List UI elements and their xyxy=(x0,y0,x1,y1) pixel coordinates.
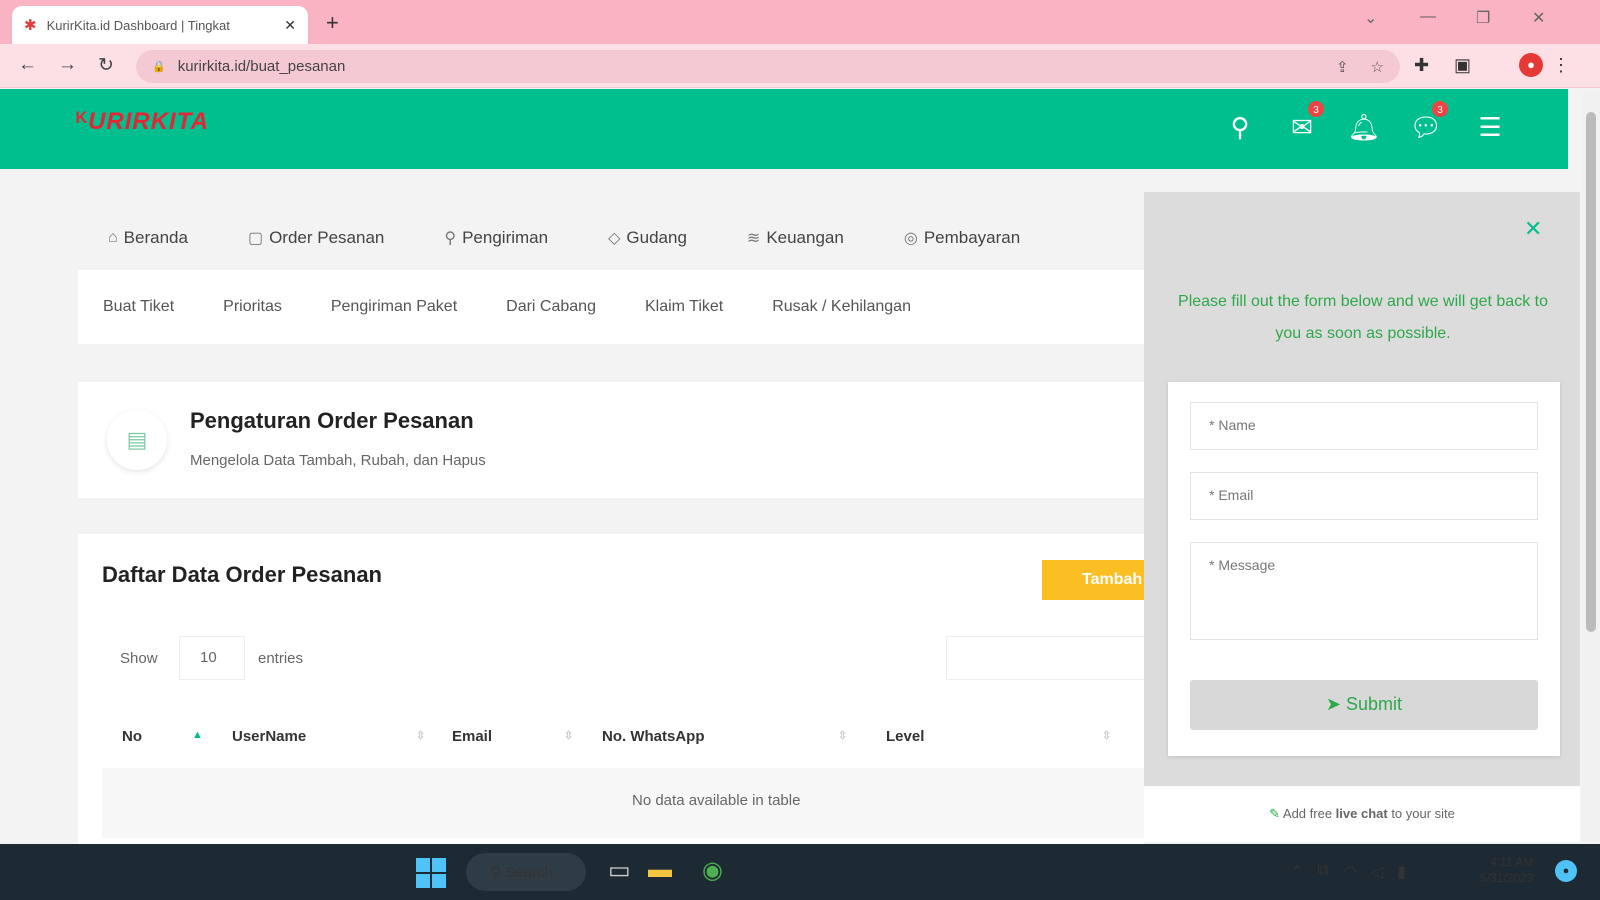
windows-start-icon[interactable] xyxy=(416,858,446,888)
mail-badge: 3 xyxy=(1306,99,1326,119)
profile-avatar-icon[interactable]: ● xyxy=(1519,53,1543,77)
browser-tab[interactable]: ✱ KurirKita.id Dashboard | Tingkat ✕ xyxy=(12,6,308,44)
nav-item-beranda[interactable]: ⌂ Beranda xyxy=(108,228,188,248)
share-icon[interactable]: ⇪ xyxy=(1336,58,1349,76)
nav-item-gudang[interactable]: ◇ Gudang xyxy=(608,228,687,248)
url-text: kurirkita.id/buat_pesanan xyxy=(177,58,346,75)
chrome-icon[interactable]: ◉ xyxy=(702,856,723,885)
bookmark-star-icon[interactable]: ☆ xyxy=(1371,58,1384,76)
sort-asc-icon[interactable]: ▲ xyxy=(192,729,203,741)
subnav-buat-tiket[interactable]: Buat Tiket xyxy=(103,298,174,316)
widget-message: Please fill out the form below and we wi… xyxy=(1178,293,1548,342)
page-subtitle: Mengelola Data Tambah, Rubah, dan Hapus xyxy=(190,452,486,469)
table-search-input[interactable] xyxy=(946,636,1144,680)
subnav-dari-cabang[interactable]: Dari Cabang xyxy=(506,298,596,316)
reload-button[interactable]: ↻ xyxy=(98,54,114,77)
sort-icon[interactable]: ⇳ xyxy=(1102,729,1111,742)
notification-icon[interactable]: ● xyxy=(1555,860,1577,882)
column-header-whatsapp[interactable]: No. WhatsApp xyxy=(602,728,705,745)
column-header-username[interactable]: UserName xyxy=(232,728,306,745)
column-header-level[interactable]: Level xyxy=(886,728,924,745)
system-tray: ⌃ ⧉ ◠ ◁ ▮ xyxy=(1290,862,1406,882)
table-header-row: No ▲ UserName ⇳ Email ⇳ No. WhatsApp ⇳ L… xyxy=(102,718,1144,758)
tab-title: KurirKita.id Dashboard | Tingkat xyxy=(46,17,230,33)
file-explorer-icon[interactable]: ▬ xyxy=(648,856,672,884)
sort-icon[interactable]: ⇳ xyxy=(838,729,847,742)
logo-runner-icon: ᴷ xyxy=(76,108,89,135)
subnav-pengiriman-paket[interactable]: Pengiriman Paket xyxy=(331,298,457,316)
message-field[interactable]: * Message xyxy=(1190,542,1538,640)
tag-icon: ◇ xyxy=(608,230,621,247)
sort-icon[interactable]: ⇳ xyxy=(416,729,425,742)
subnav-klaim-tiket[interactable]: Klaim Tiket xyxy=(645,298,723,316)
widget-footer[interactable]: ✎ Add free live chat to your site xyxy=(1144,786,1580,842)
minimize-button[interactable]: — xyxy=(1420,8,1436,26)
table-title: Daftar Data Order Pesanan xyxy=(102,562,382,587)
page-header-card xyxy=(78,382,1144,498)
volume-icon[interactable]: ◁ xyxy=(1371,862,1383,882)
box-icon: ▢ xyxy=(247,230,264,247)
side-panel-icon[interactable]: ▣ xyxy=(1454,55,1471,76)
send-icon: ➤ xyxy=(1325,694,1342,714)
network-app-icon[interactable]: ⧉ xyxy=(1317,862,1328,882)
wifi-icon[interactable]: ◠ xyxy=(1343,862,1357,882)
chat-badge: 3 xyxy=(1430,99,1450,119)
battery-icon[interactable]: ▮ xyxy=(1397,862,1406,882)
taskbar-clock[interactable]: 4:11 AM 5/31/2023 xyxy=(1480,854,1533,886)
pin-icon: ⚲ xyxy=(444,230,457,247)
menu-lines-icon[interactable]: ☰ xyxy=(1472,112,1508,143)
empty-table-message: No data available in table xyxy=(102,768,1144,838)
entries-label: entries xyxy=(258,650,304,667)
show-label: Show xyxy=(120,650,158,667)
column-header-email[interactable]: Email xyxy=(452,728,492,745)
livechat-icon: ✎ xyxy=(1269,806,1280,821)
chevron-up-icon[interactable]: ⌃ xyxy=(1290,862,1303,882)
app-header xyxy=(0,89,1568,169)
site-favicon-icon: ✱ xyxy=(24,17,37,34)
money-icon: ≋ xyxy=(746,230,761,247)
forward-button[interactable]: → xyxy=(58,54,77,76)
maximize-button[interactable]: ❐ xyxy=(1476,8,1490,28)
subnav-prioritas[interactable]: Prioritas xyxy=(223,298,282,316)
search-icon[interactable]: ⚲ xyxy=(1222,112,1258,143)
taskbar-search[interactable]: ⚲ Search xyxy=(466,853,586,891)
page-scrollbar[interactable] xyxy=(1582,92,1600,842)
subnav-rusak-kehilangan[interactable]: Rusak / Kehilangan xyxy=(772,298,911,316)
task-view-icon[interactable]: ▭ xyxy=(608,856,631,885)
sort-icon[interactable]: ⇳ xyxy=(564,729,573,742)
app-logo[interactable]: ᴷURIRKITA xyxy=(76,108,209,136)
page-title: Pengaturan Order Pesanan xyxy=(190,408,474,433)
entries-select[interactable]: 10 xyxy=(179,636,245,680)
close-widget-icon[interactable]: ✕ xyxy=(1524,216,1542,242)
clock-date: 5/31/2023 xyxy=(1480,871,1534,885)
address-bar[interactable]: 🔒 kurirkita.id/buat_pesanan ⇪ ☆ xyxy=(136,50,1400,83)
home-icon: ⌂ xyxy=(108,229,118,246)
payment-icon: ◎ xyxy=(903,230,918,247)
add-button[interactable]: Tambah xyxy=(1042,560,1144,600)
submit-button[interactable]: ➤ Submit xyxy=(1190,680,1538,730)
search-icon: ⚲ xyxy=(490,864,501,881)
nav-item-pengiriman[interactable]: ⚲ Pengiriman xyxy=(444,228,548,248)
name-field[interactable]: * Name xyxy=(1190,402,1538,450)
new-tab-button[interactable]: + xyxy=(326,10,339,36)
nav-item-pembayaran[interactable]: ◎ Pembayaran xyxy=(904,228,1020,248)
clipboard-icon: ▤ xyxy=(107,410,167,470)
notification-bell-icon[interactable]: 🔔︎ xyxy=(1346,112,1382,143)
browser-menu-icon[interactable]: ⋮ xyxy=(1552,55,1570,76)
sub-nav: Buat Tiket Prioritas Pengiriman Paket Da… xyxy=(78,270,1144,344)
lock-icon: 🔒 xyxy=(152,61,166,73)
main-nav: ⌂ Beranda ▢ Order Pesanan ⚲ Pengiriman ◇ Gud… xyxy=(80,210,1144,266)
nav-item-order-pesanan[interactable]: ▢ Order Pesanan xyxy=(248,228,384,248)
nav-item-keuangan[interactable]: ≋ Keuangan xyxy=(747,228,844,248)
email-field[interactable]: * Email xyxy=(1190,472,1538,520)
tab-search-icon[interactable]: ⌄ xyxy=(1364,8,1377,28)
clock-time: 4:11 AM xyxy=(1490,855,1534,869)
column-header-no[interactable]: No xyxy=(122,728,142,745)
close-tab-icon[interactable]: ✕ xyxy=(284,17,296,34)
back-button[interactable]: ← xyxy=(18,54,37,76)
close-window-button[interactable]: ✕ xyxy=(1532,8,1545,28)
extensions-icon[interactable]: ✚ xyxy=(1414,55,1429,76)
